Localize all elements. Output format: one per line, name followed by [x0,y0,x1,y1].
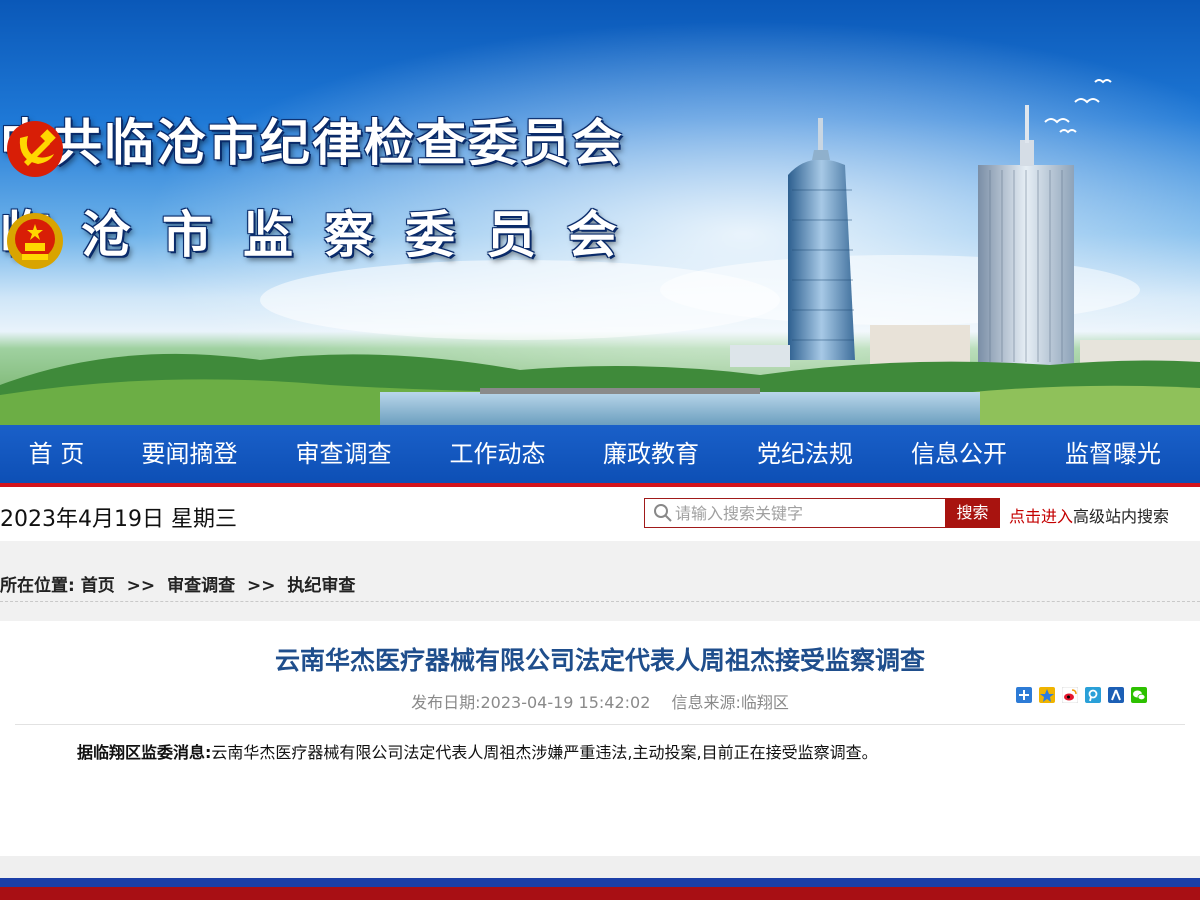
article-divider [15,724,1185,725]
nav-item-supervision-exposure[interactable]: 监督曝光 [1036,425,1190,483]
search-button[interactable]: 搜索 [945,498,1000,528]
article-lead: 据临翔区监委消息: [77,743,212,762]
nav-item-work-updates[interactable]: 工作动态 [421,425,574,483]
current-date: 2023年4月19日 星期三 [0,507,237,532]
breadcrumb-investigation[interactable]: 审查调查 [167,576,235,596]
org-title-line2: 临沧市监察委员会 [0,205,648,264]
breadcrumb-label: 所在位置: [0,576,75,596]
nav-item-home[interactable]: 首 页 [0,425,113,483]
advanced-search: 点击进入高级站内搜索 [1009,503,1169,527]
org-title-line1: 中共临沧市纪律检查委员会 [0,113,624,172]
breadcrumb-home[interactable]: 首页 [81,576,115,596]
article: 云南华杰医疗器械有限公司法定代表人周祖杰接受监察调查 发布日期:2023-04-… [0,621,1200,856]
share-wechat-icon[interactable] [1131,687,1147,703]
header-banner: 中共临沧市纪律检查委员会 临沧市监察委员会 [0,0,1200,425]
article-date: 发布日期:2023-04-19 15:42:02 [411,693,651,712]
share-more-icon[interactable] [1016,687,1032,703]
share-renren-icon[interactable] [1108,687,1124,703]
footer-gray-band [0,856,1200,878]
breadcrumb-separator: >> [126,576,156,596]
title-row-commission: 临沧市监察委员会 [0,205,648,269]
breadcrumb-bar: 所在位置: 首页 >> 审查调查 >> 执纪审查 [0,541,1200,621]
footer-blue-band [0,878,1200,887]
search-input[interactable] [675,500,935,526]
nav-item-integrity-education[interactable]: 廉政教育 [574,425,728,483]
nav-item-news-digest[interactable]: 要闻摘登 [113,425,266,483]
breadcrumb-discipline-review[interactable]: 执纪审查 [287,576,355,596]
article-title: 云南华杰医疗器械有限公司法定代表人周祖杰接受监察调查 [274,646,925,675]
advanced-search-link[interactable]: 点击进入 [1009,507,1073,526]
national-emblem-icon [7,213,63,269]
breadcrumb-divider [0,601,1200,602]
advanced-search-label: 高级站内搜索 [1073,507,1170,526]
article-paragraph: 云南华杰医疗器械有限公司法定代表人周祖杰涉嫌严重违法,主动投案,目前正在接受监察… [211,743,878,762]
main-nav: 首 页 要闻摘登 审查调查 工作动态 廉政教育 党纪法规 信息公开 监督曝光 [0,425,1200,487]
breadcrumb-separator: >> [247,576,276,596]
breadcrumb: 所在位置: 首页 >> 审查调查 >> 执纪审查 [0,571,355,596]
share-weibo-icon[interactable] [1062,687,1078,703]
search-box [644,498,946,528]
date-search-bar: 2023年4月19日 星期三 搜索 点击进入高级站内搜索 [0,487,1200,541]
share-toolbar [1016,687,1147,703]
nav-item-investigation[interactable]: 审查调查 [266,425,421,483]
search-icon [654,504,672,522]
article-source: 信息来源:临翔区 [671,693,789,712]
share-tencent-weibo-icon[interactable] [1085,687,1101,703]
footer-red-band [0,887,1200,900]
nav-item-party-regulations[interactable]: 党纪法规 [728,425,882,483]
article-body: 据临翔区监委消息:云南华杰医疗器械有限公司法定代表人周祖杰涉嫌严重违法,主动投案… [77,739,878,763]
nav-item-info-disclosure[interactable]: 信息公开 [882,425,1036,483]
title-row-party: 中共临沧市纪律检查委员会 [0,113,624,177]
share-qzone-icon[interactable] [1039,687,1055,703]
party-emblem-icon [7,121,63,177]
